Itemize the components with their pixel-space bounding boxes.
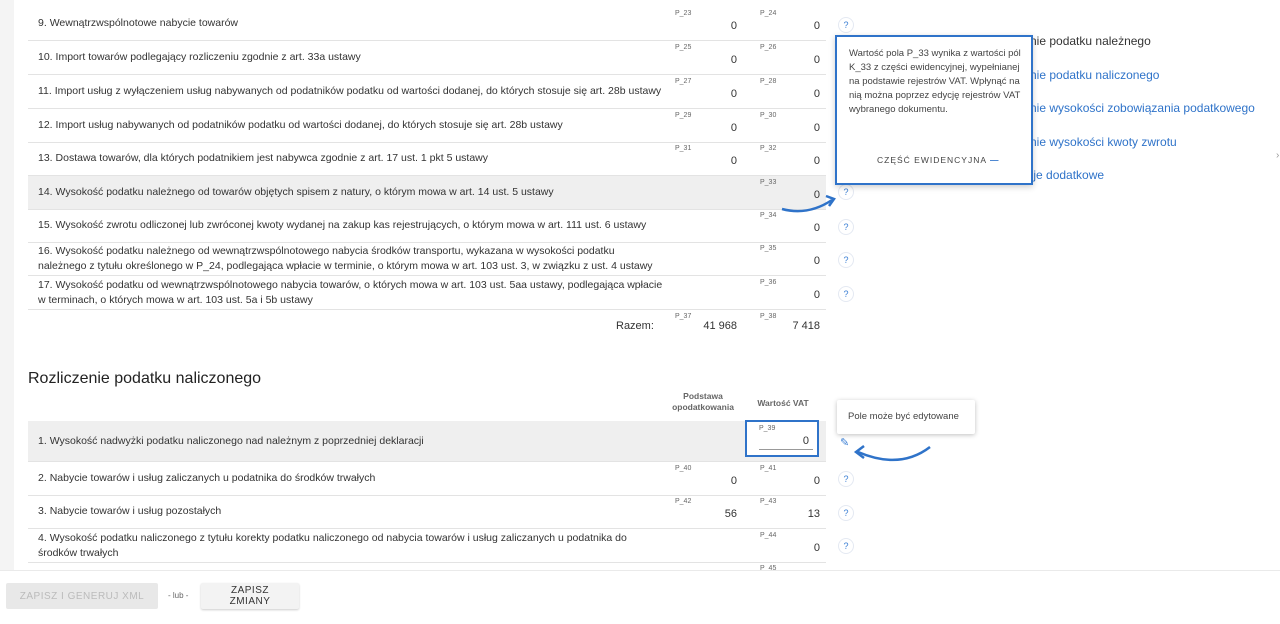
total-base-cell: P_37 41 968: [675, 313, 737, 332]
row-label: 4. Wysokość podatku naliczonego z tytułu…: [38, 531, 627, 559]
table-row: 16. Wysokość podatku należnego od wewnąt…: [28, 242, 826, 276]
table-row: 13. Dostawa towarów, dla których podatni…: [28, 142, 826, 176]
base-cell: P_31 0: [675, 145, 737, 167]
help-icon[interactable]: ?: [838, 184, 854, 200]
table-row: 10. Import towarów podlegający rozliczen…: [28, 41, 826, 75]
table-row-highlighted: 14. Wysokość podatku należnego od towaró…: [28, 176, 826, 210]
save-changes-button[interactable]: ZAPISZ ZMIANY: [201, 583, 299, 609]
action-bar: ZAPISZ I GENERUJ XML - lub - ZAPISZ ZMIA…: [0, 570, 1280, 624]
table-row: 2. Nabycie towarów i usług zaliczanych u…: [28, 462, 826, 496]
table-row: 17. Wysokość podatku od wewnątrzwspólnot…: [28, 276, 826, 310]
vat-cell: P_34 0: [760, 212, 820, 234]
row-label: 15. Wysokość zwrotu odliczonej lub zwróc…: [38, 219, 647, 231]
evidence-part-link[interactable]: CZĘŚĆ EWIDENCYJNA —: [877, 155, 999, 165]
arrow-to-edit-icon-head: [853, 445, 865, 459]
row-label: 1. Wysokość nadwyżki podatku naliczonego…: [38, 434, 424, 447]
edit-pencil-icon[interactable]: ✎: [840, 436, 849, 449]
vat-cell: P_26 0: [760, 44, 820, 66]
vat-cell: P_30 0: [760, 112, 820, 134]
table-row: 9. Wewnątrzwspólnotowe nabycie towarów P…: [28, 7, 826, 41]
table-row: 12. Import usług nabywanych od podatnikó…: [28, 109, 826, 143]
table-row: 11. Import usług z wyłączeniem usług nab…: [28, 75, 826, 109]
row-label: 2. Nabycie towarów i usług zaliczanych u…: [38, 472, 376, 484]
vat-cell: P_36 0: [760, 279, 820, 301]
column-header-base: Podstawa opodatkowania: [672, 391, 734, 412]
help-icon[interactable]: ?: [838, 252, 854, 268]
arrow-to-edit-icon: [857, 446, 931, 462]
or-separator: - lub -: [168, 591, 189, 600]
p39-input-field[interactable]: P_39 0: [745, 420, 819, 457]
vat-cell: P_35 0: [760, 245, 820, 267]
row-label: 9. Wewnątrzwspólnotowe nabycie towarów: [38, 17, 239, 29]
total-label: Razem:: [616, 320, 654, 332]
help-icon[interactable]: ?: [838, 17, 854, 33]
vat-cell: P_41 0: [760, 465, 820, 487]
help-icon[interactable]: ?: [838, 286, 854, 302]
help-icon[interactable]: ?: [838, 219, 854, 235]
dash-icon: —: [989, 155, 1000, 165]
vat-cell: P_44 0: [760, 532, 820, 554]
editable-field-tooltip: Pole może być edytowane: [837, 400, 975, 434]
row-label: 11. Import usług z wyłączeniem usług nab…: [38, 85, 662, 97]
vat-cell: P_28 0: [760, 78, 820, 100]
help-icon[interactable]: ?: [838, 471, 854, 487]
nav-item-tax-liability[interactable]: zliczenie wysokości zobowiązania podatko…: [1000, 101, 1255, 115]
save-and-generate-xml-button[interactable]: ZAPISZ I GENERUJ XML: [6, 583, 158, 609]
base-cell: P_23 0: [675, 10, 737, 32]
section-navigation: zliczenie podatku należnego zliczenie po…: [1000, 0, 1280, 623]
base-cell: P_27 0: [675, 78, 737, 100]
base-cell: P_29 0: [675, 112, 737, 134]
row-label: 3. Nabycie towarów i usług pozostałych: [38, 505, 222, 517]
table-row: 3. Nabycie towarów i usług pozostałych P…: [28, 495, 826, 529]
vat-cell: P_33 0: [760, 179, 820, 201]
row-label: 16. Wysokość podatku należnego od wewnąt…: [38, 244, 653, 272]
tooltip-text: Pole może być edytowane: [848, 411, 959, 422]
row-label: 10. Import towarów podlegający rozliczen…: [38, 51, 361, 63]
p33-info-tooltip: Wartość pola P_33 wynika z wartości pól …: [835, 35, 1033, 185]
scroll-edge-mark: ›: [1276, 150, 1280, 161]
column-header-vat: Wartość VAT: [757, 398, 809, 408]
arrow-to-p33-tooltip-head: [825, 194, 836, 207]
base-cell: P_42 56: [675, 498, 737, 520]
row-label: 14. Wysokość podatku należnego od towaró…: [38, 186, 554, 198]
row-label: 13. Dostawa towarów, dla których podatni…: [38, 152, 488, 164]
help-icon[interactable]: ?: [838, 505, 854, 521]
table-row: 4. Wysokość podatku naliczonego z tytułu…: [28, 529, 826, 563]
section-title-input-vat: Rozliczenie podatku naliczonego: [28, 370, 262, 387]
vat-cell: P_43 13: [760, 498, 820, 520]
base-cell: P_40 0: [675, 465, 737, 487]
tooltip-text: Wartość pola P_33 wynika z wartości pól …: [849, 48, 1021, 115]
vat-cell: P_32 0: [760, 145, 820, 167]
row-label: 12. Import usług nabywanych od podatnikó…: [38, 119, 563, 131]
vat-cell: P_24 0: [760, 10, 820, 32]
left-gutter: [0, 0, 14, 570]
base-cell: P_25 0: [675, 44, 737, 66]
row-label: 17. Wysokość podatku od wewnątrzwspólnot…: [38, 278, 663, 306]
table-row-highlighted: 1. Wysokość nadwyżki podatku naliczonego…: [28, 421, 826, 462]
total-vat-cell: P_38 7 418: [760, 313, 820, 332]
help-icon[interactable]: ?: [838, 538, 854, 554]
table-row: 15. Wysokość zwrotu odliczonej lub zwróc…: [28, 209, 826, 243]
